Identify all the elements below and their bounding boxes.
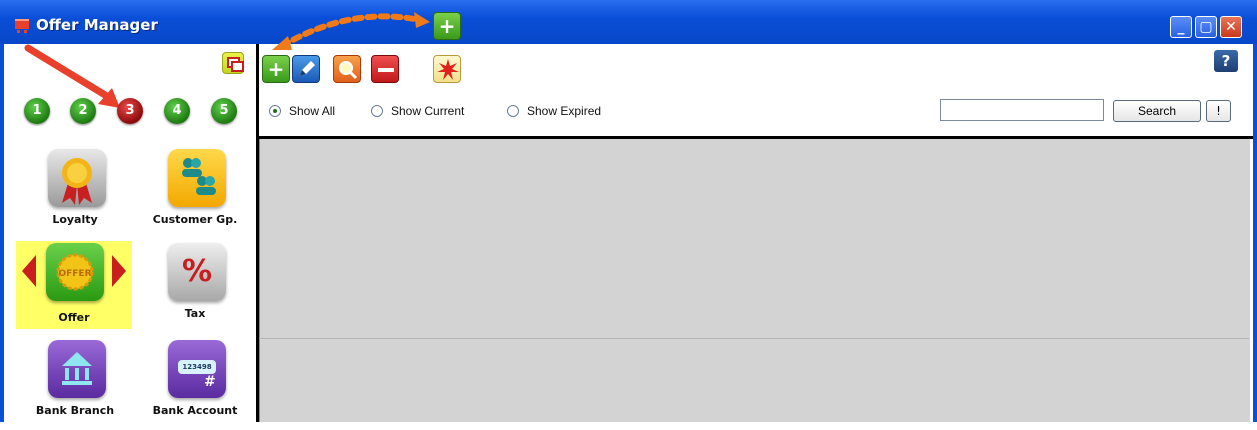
toolbar [259, 46, 1253, 136]
tile-tax[interactable]: % Tax [140, 243, 250, 333]
find-button[interactable] [333, 55, 361, 83]
orange-annotation-arrow [272, 12, 430, 50]
grid-separator [259, 338, 1249, 339]
offer-badge-text: OFFER [58, 269, 91, 279]
arrow-left-icon[interactable] [22, 255, 36, 287]
tile-label: Tax [184, 307, 206, 320]
hash-icon: # [204, 374, 216, 390]
radio-selected-icon[interactable] [269, 105, 281, 117]
tile-offer[interactable]: OFFER Offer [16, 241, 132, 329]
tile-label: Bank Account [152, 404, 238, 417]
maximize-icon: ▢ [1199, 19, 1213, 35]
close-button[interactable]: ✕ [1220, 16, 1242, 38]
offer-badge-icon: OFFER [56, 253, 94, 291]
results-grid[interactable] [259, 139, 1250, 422]
tile-customer-group[interactable]: Customer Gp. [140, 149, 250, 239]
tile-label: Offer [58, 311, 90, 324]
account-number-label: 123498 [178, 360, 216, 374]
starburst-icon [437, 59, 459, 80]
page-button-3[interactable]: 3 [117, 98, 143, 124]
tile-bank-branch[interactable]: Bank Branch [20, 340, 130, 430]
bank-account-icon: 123498 # [168, 340, 226, 398]
radio-icon[interactable] [507, 105, 519, 117]
layers-button[interactable] [222, 52, 244, 74]
window-frame-right [1253, 44, 1257, 422]
plus-icon: + [438, 14, 456, 38]
ribbon-icon [62, 158, 92, 205]
percent-icon: % [181, 254, 213, 289]
people-icon [182, 158, 216, 195]
arrow-right-icon[interactable] [112, 255, 126, 287]
highlight-button[interactable] [433, 55, 461, 83]
filter-label: Show Expired [527, 104, 602, 118]
tile-loyalty[interactable]: Loyalty [20, 149, 130, 239]
minimize-icon: _ [1177, 19, 1185, 35]
cart-icon [15, 19, 29, 33]
tile-bank-account[interactable]: 123498 # Bank Account [140, 340, 250, 430]
page-button-5[interactable]: 5 [211, 98, 237, 124]
radio-icon[interactable] [371, 105, 383, 117]
delete-button[interactable] [371, 55, 399, 83]
search-button[interactable]: Search [1113, 100, 1201, 122]
exclamation-button[interactable]: ! [1206, 100, 1231, 122]
edit-button[interactable] [292, 55, 320, 83]
filter-label: Show All [289, 104, 336, 118]
filter-show-all[interactable]: Show All [269, 104, 359, 120]
filter-label: Show Current [391, 104, 465, 118]
page-button-4[interactable]: 4 [164, 98, 190, 124]
magnifier-icon [339, 61, 358, 80]
search-input[interactable] [940, 99, 1104, 121]
tile-label: Bank Branch [35, 404, 115, 417]
filter-show-expired[interactable]: Show Expired [507, 104, 627, 120]
title-bar: Offer Manager _ ▢ ✕ [0, 0, 1257, 44]
page-button-2[interactable]: 2 [70, 98, 96, 124]
help-button[interactable]: ? [1214, 50, 1238, 72]
bank-branch-icon [48, 340, 106, 398]
add-button-callout: + [433, 12, 461, 40]
tile-label: Customer Gp. [152, 213, 238, 226]
tax-icon: % [168, 243, 226, 301]
add-button[interactable]: + [262, 55, 290, 83]
bank-building-icon [62, 352, 92, 385]
window-title: Offer Manager [36, 16, 158, 34]
page-button-1[interactable]: 1 [24, 98, 50, 124]
minimize-button[interactable]: _ [1170, 16, 1192, 38]
minus-icon [378, 68, 394, 72]
customer-group-icon [168, 149, 226, 207]
layers-icon-front [231, 61, 244, 72]
offer-icon: OFFER [46, 243, 104, 301]
loyalty-icon [48, 149, 106, 207]
filter-show-current[interactable]: Show Current [371, 104, 491, 120]
tile-label: Loyalty [52, 213, 98, 226]
close-icon: ✕ [1225, 19, 1237, 35]
maximize-button[interactable]: ▢ [1195, 16, 1217, 38]
pencil-icon [300, 61, 315, 76]
plus-icon: + [267, 57, 285, 81]
